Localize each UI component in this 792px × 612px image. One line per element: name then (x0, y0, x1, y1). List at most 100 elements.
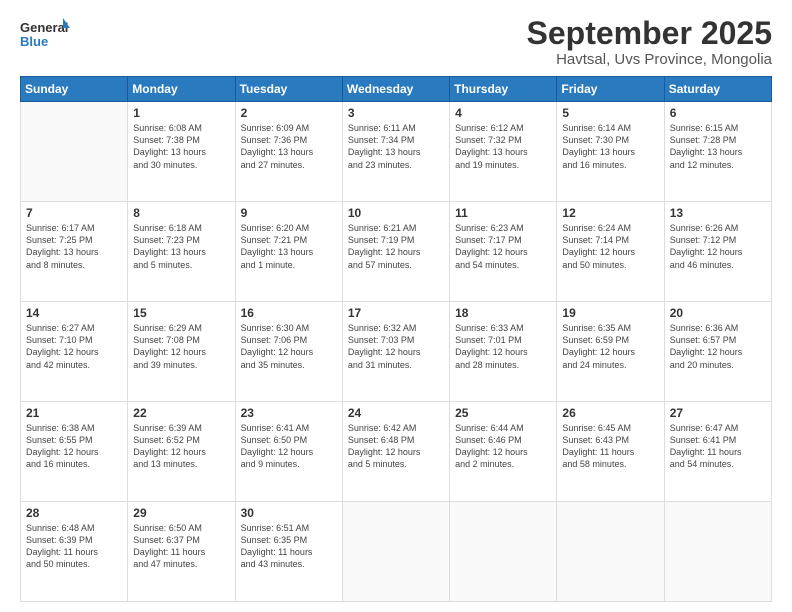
table-row: 25Sunrise: 6:44 AM Sunset: 6:46 PM Dayli… (450, 402, 557, 502)
table-row: 26 Sunrise: 6:45 AM Sunset: 6:43 PM Dayli… (557, 402, 664, 502)
day-info: Sunrise: 6:26 AM Sunset: 7:12 PM Dayligh… (670, 222, 766, 271)
day-info: Sunrise: 6:35 AM Sunset: 6:59 PM Dayligh… (562, 322, 658, 371)
day-info: Sunrise: 6:08 AM Sunset: 7:38 PM Dayligh… (133, 122, 229, 171)
day-number: 19 (562, 306, 658, 320)
table-row: 28 Sunrise: 6:48 AM Sunset: 6:39 PM Dayli… (21, 502, 128, 602)
table-row: 5Sunrise: 6:14 AM Sunset: 7:30 PM Daylig… (557, 102, 664, 202)
day-info: Sunrise: 6:20 AM Sunset: 7:21 PM Dayligh… (241, 222, 337, 271)
table-row (557, 502, 664, 602)
table-row: 30Sunrise: 6:51 AM Sunset: 6:35 PM Dayli… (235, 502, 342, 602)
day-info: Sunrise: 6:12 AM Sunset: 7:32 PM Dayligh… (455, 122, 551, 171)
day-info: Sunrise: 6:48 AM Sunset: 6:39 PM Dayligh… (26, 522, 122, 571)
calendar-week-row: 21Sunrise: 6:38 AM Sunset: 6:55 PM Dayli… (21, 402, 772, 502)
table-row (664, 502, 771, 602)
day-info: Sunrise: 6:24 AM Sunset: 7:14 PM Dayligh… (562, 222, 658, 271)
day-number: 26 (562, 406, 658, 420)
month-title: September 2025 (527, 16, 772, 51)
day-number: 7 (26, 206, 122, 220)
day-number: 30 (241, 506, 337, 520)
day-number: 20 (670, 306, 766, 320)
col-sunday: Sunday (21, 77, 128, 102)
table-row: 17 Sunrise: 6:32 AM Sunset: 7:03 PM Dayli… (342, 302, 449, 402)
table-row: 18 Sunrise: 6:33 AM Sunset: 7:01 PM Dayli… (450, 302, 557, 402)
table-row: 12 Sunrise: 6:24 AM Sunset: 7:14 PM Dayli… (557, 202, 664, 302)
col-monday: Monday (128, 77, 235, 102)
table-row: 6Sunrise: 6:15 AM Sunset: 7:28 PM Daylig… (664, 102, 771, 202)
day-number: 8 (133, 206, 229, 220)
day-info: Sunrise: 6:44 AM Sunset: 6:46 PM Dayligh… (455, 422, 551, 471)
day-info: Sunrise: 6:33 AM Sunset: 7:01 PM Dayligh… (455, 322, 551, 371)
table-row: 7Sunrise: 6:17 AM Sunset: 7:25 PM Daylig… (21, 202, 128, 302)
day-number: 29 (133, 506, 229, 520)
table-row: 10 Sunrise: 6:21 AM Sunset: 7:19 PM Dayli… (342, 202, 449, 302)
day-info: Sunrise: 6:45 AM Sunset: 6:43 PM Dayligh… (562, 422, 658, 471)
table-row (21, 102, 128, 202)
table-row: 11Sunrise: 6:23 AM Sunset: 7:17 PM Dayli… (450, 202, 557, 302)
calendar-header-row: Sunday Monday Tuesday Wednesday Thursday… (21, 77, 772, 102)
header: General Blue September 2025 Havtsal, Uvs… (20, 16, 772, 68)
title-block: September 2025 Havtsal, Uvs Province, Mo… (527, 16, 772, 68)
col-tuesday: Tuesday (235, 77, 342, 102)
logo: General Blue (20, 16, 70, 58)
location-subtitle: Havtsal, Uvs Province, Mongolia (527, 51, 772, 68)
table-row: 20Sunrise: 6:36 AM Sunset: 6:57 PM Dayli… (664, 302, 771, 402)
day-info: Sunrise: 6:30 AM Sunset: 7:06 PM Dayligh… (241, 322, 337, 371)
day-number: 22 (133, 406, 229, 420)
day-info: Sunrise: 6:27 AM Sunset: 7:10 PM Dayligh… (26, 322, 122, 371)
day-number: 6 (670, 106, 766, 120)
calendar-week-row: 7Sunrise: 6:17 AM Sunset: 7:25 PM Daylig… (21, 202, 772, 302)
day-number: 1 (133, 106, 229, 120)
col-wednesday: Wednesday (342, 77, 449, 102)
table-row: 2 Sunrise: 6:09 AM Sunset: 7:36 PM Daylig… (235, 102, 342, 202)
day-info: Sunrise: 6:09 AM Sunset: 7:36 PM Dayligh… (241, 122, 337, 171)
day-info: Sunrise: 6:41 AM Sunset: 6:50 PM Dayligh… (241, 422, 337, 471)
day-number: 24 (348, 406, 444, 420)
table-row: 8 Sunrise: 6:18 AM Sunset: 7:23 PM Daylig… (128, 202, 235, 302)
logo-svg: General Blue (20, 16, 70, 58)
day-info: Sunrise: 6:47 AM Sunset: 6:41 PM Dayligh… (670, 422, 766, 471)
table-row: 4 Sunrise: 6:12 AM Sunset: 7:32 PM Daylig… (450, 102, 557, 202)
svg-text:General: General (20, 20, 68, 35)
col-friday: Friday (557, 77, 664, 102)
day-info: Sunrise: 6:14 AM Sunset: 7:30 PM Dayligh… (562, 122, 658, 171)
table-row: 15 Sunrise: 6:29 AM Sunset: 7:08 PM Dayli… (128, 302, 235, 402)
day-number: 14 (26, 306, 122, 320)
table-row: 13 Sunrise: 6:26 AM Sunset: 7:12 PM Dayli… (664, 202, 771, 302)
table-row: 24Sunrise: 6:42 AM Sunset: 6:48 PM Dayli… (342, 402, 449, 502)
table-row: 3 Sunrise: 6:11 AM Sunset: 7:34 PM Daylig… (342, 102, 449, 202)
day-number: 27 (670, 406, 766, 420)
day-info: Sunrise: 6:18 AM Sunset: 7:23 PM Dayligh… (133, 222, 229, 271)
day-info: Sunrise: 6:23 AM Sunset: 7:17 PM Dayligh… (455, 222, 551, 271)
day-info: Sunrise: 6:29 AM Sunset: 7:08 PM Dayligh… (133, 322, 229, 371)
day-number: 18 (455, 306, 551, 320)
day-info: Sunrise: 6:50 AM Sunset: 6:37 PM Dayligh… (133, 522, 229, 571)
table-row: 16 Sunrise: 6:30 AM Sunset: 7:06 PM Dayli… (235, 302, 342, 402)
table-row: 1 Sunrise: 6:08 AM Sunset: 7:38 PM Daylig… (128, 102, 235, 202)
day-number: 4 (455, 106, 551, 120)
day-number: 12 (562, 206, 658, 220)
table-row: 29 Sunrise: 6:50 AM Sunset: 6:37 PM Dayli… (128, 502, 235, 602)
col-saturday: Saturday (664, 77, 771, 102)
day-number: 2 (241, 106, 337, 120)
day-number: 16 (241, 306, 337, 320)
col-thursday: Thursday (450, 77, 557, 102)
table-row (342, 502, 449, 602)
day-number: 3 (348, 106, 444, 120)
table-row: 21Sunrise: 6:38 AM Sunset: 6:55 PM Dayli… (21, 402, 128, 502)
calendar-week-row: 14 Sunrise: 6:27 AM Sunset: 7:10 PM Dayli… (21, 302, 772, 402)
day-info: Sunrise: 6:39 AM Sunset: 6:52 PM Dayligh… (133, 422, 229, 471)
calendar-table: Sunday Monday Tuesday Wednesday Thursday… (20, 76, 772, 602)
day-number: 17 (348, 306, 444, 320)
day-number: 15 (133, 306, 229, 320)
day-info: Sunrise: 6:32 AM Sunset: 7:03 PM Dayligh… (348, 322, 444, 371)
day-number: 10 (348, 206, 444, 220)
table-row: 22 Sunrise: 6:39 AM Sunset: 6:52 PM Dayli… (128, 402, 235, 502)
day-number: 28 (26, 506, 122, 520)
day-info: Sunrise: 6:21 AM Sunset: 7:19 PM Dayligh… (348, 222, 444, 271)
table-row: 27 Sunrise: 6:47 AM Sunset: 6:41 PM Dayli… (664, 402, 771, 502)
calendar-week-row: 1 Sunrise: 6:08 AM Sunset: 7:38 PM Daylig… (21, 102, 772, 202)
day-number: 21 (26, 406, 122, 420)
day-number: 13 (670, 206, 766, 220)
day-info: Sunrise: 6:11 AM Sunset: 7:34 PM Dayligh… (348, 122, 444, 171)
table-row: 23Sunrise: 6:41 AM Sunset: 6:50 PM Dayli… (235, 402, 342, 502)
